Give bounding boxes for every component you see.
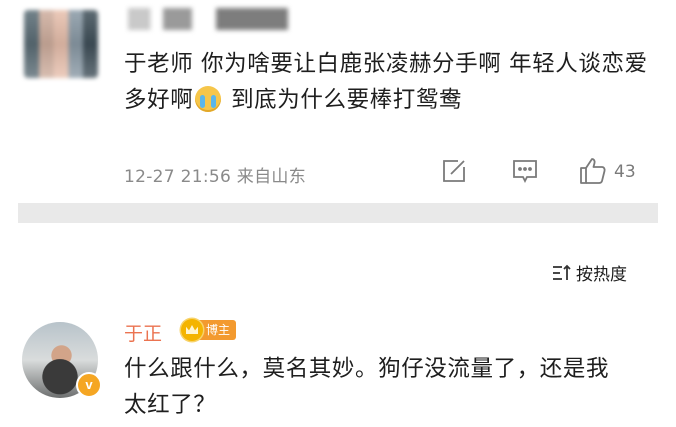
commenter-avatar-blurred[interactable] (24, 10, 98, 78)
blogger-badge: 博主 (181, 319, 237, 341)
section-divider (18, 203, 658, 223)
like-count: 43 (614, 162, 636, 182)
sort-label: 按热度 (576, 265, 627, 285)
commenter-username-blurred[interactable] (128, 8, 288, 30)
crying-emoji-icon (195, 86, 222, 112)
sort-by-hot-button[interactable]: 按热度 (551, 260, 627, 285)
reply-text: 什么跟什么，莫名其妙。狗仔没流量了，还是我太红了？ (124, 356, 610, 418)
crown-icon (181, 319, 203, 341)
sort-icon (553, 264, 571, 280)
share-icon[interactable] (439, 156, 469, 186)
reply-comment-icon[interactable] (510, 156, 540, 186)
verified-badge-icon: v (76, 372, 102, 398)
author-username[interactable]: 于正 (124, 319, 162, 346)
comment-meta: 12-27 21:56 来自山东 (124, 167, 306, 187)
comment-text: 于老师 你为啥要让白鹿张凌赫分手啊 年轻人谈恋爱多好啊 到底为什么要棒打鸳鸯 (124, 46, 659, 118)
like-thumb-icon[interactable] (578, 156, 608, 186)
comment-text-part2: 到底为什么要棒打鸳鸯 (223, 87, 463, 113)
